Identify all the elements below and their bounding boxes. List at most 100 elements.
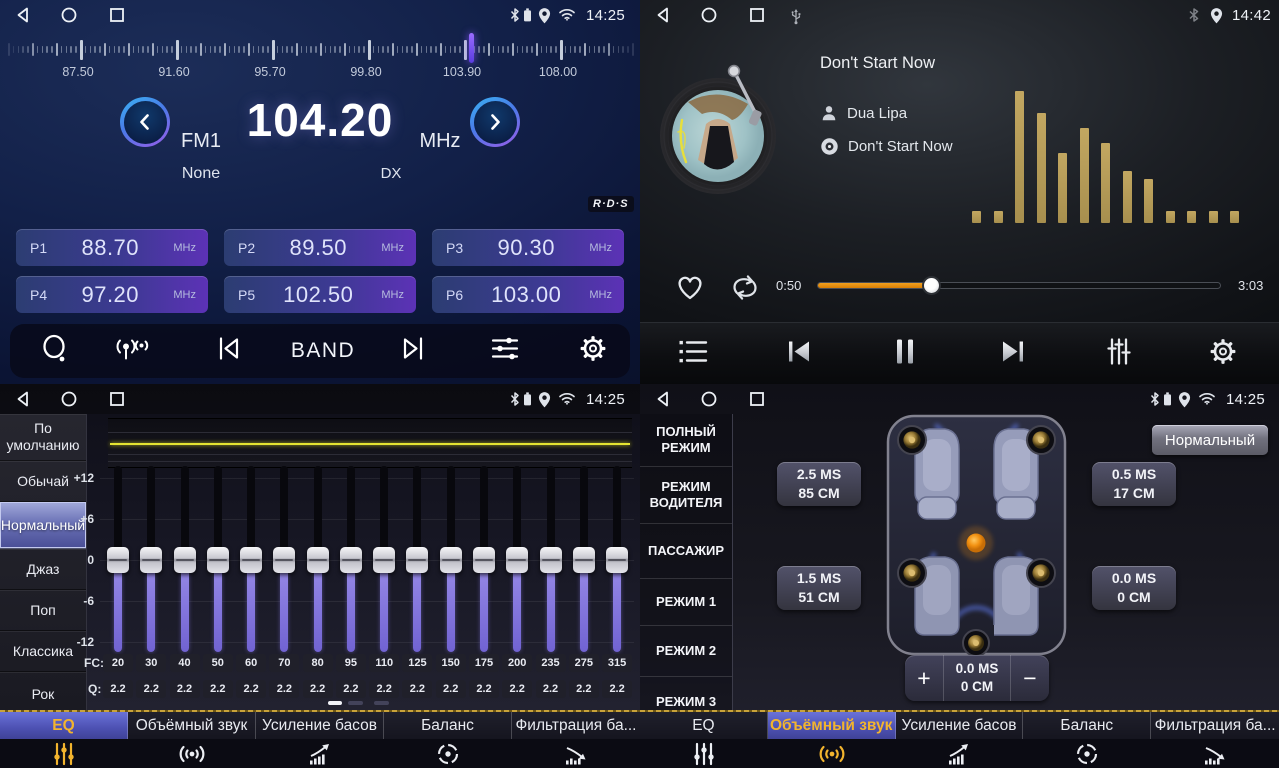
tuning-dial[interactable] <box>0 34 640 66</box>
seek-next-icon[interactable] <box>398 336 428 367</box>
eq-band-slider[interactable] <box>175 472 195 646</box>
eq-slider-thumb[interactable] <box>540 547 562 573</box>
visualizer-bar <box>1209 211 1218 223</box>
eq-slider-thumb[interactable] <box>506 547 528 573</box>
recents-icon[interactable] <box>748 390 766 413</box>
eq-slider-thumb[interactable] <box>406 547 428 573</box>
preset-id: P3 <box>446 240 463 256</box>
tab-crossover-filter[interactable]: Фильтрация ба... <box>1151 710 1279 768</box>
preset-button-p5[interactable]: P5 102.50 MHz <box>224 276 416 313</box>
band-button[interactable]: BAND <box>291 339 355 363</box>
delay-front-left-button[interactable]: 2.5 MS85 CM <box>777 462 861 506</box>
eq-band-slider[interactable] <box>208 472 228 646</box>
broadcast-icon[interactable] <box>113 335 149 368</box>
mode-item[interactable]: РЕЖИМ ВОДИТЕЛЯ <box>640 467 732 524</box>
tab-surround-sound[interactable]: Объёмный звук <box>768 710 896 768</box>
eq-slider-thumb[interactable] <box>140 547 162 573</box>
sound-profile-button[interactable]: Нормальный <box>1152 425 1268 455</box>
search-icon[interactable] <box>40 333 70 370</box>
increase-button[interactable]: + <box>905 655 943 701</box>
eq-band-slider[interactable] <box>441 472 461 646</box>
eq-band-slider[interactable] <box>407 472 427 646</box>
decrease-button[interactable]: − <box>1011 655 1049 701</box>
eq-band-slider[interactable] <box>474 472 494 646</box>
mode-item[interactable]: РЕЖИМ 1 <box>640 579 732 626</box>
home-icon[interactable] <box>60 6 78 29</box>
eq-band-slider[interactable] <box>507 472 527 646</box>
pause-icon[interactable] <box>892 337 918 372</box>
tab-bass-boost[interactable]: Усиление басов <box>896 710 1024 768</box>
recents-icon[interactable] <box>108 390 126 413</box>
eq-slider-thumb[interactable] <box>573 547 595 573</box>
tab-balance[interactable]: Баланс <box>384 710 512 768</box>
mixer-icon[interactable] <box>1103 337 1135 372</box>
mode-item[interactable]: ПАССАЖИР <box>640 524 732 579</box>
eq-preset-item[interactable]: По умолчанию <box>0 414 86 461</box>
preset-button-p6[interactable]: P6 103.00 MHz <box>432 276 624 313</box>
eq-band-slider[interactable] <box>308 472 328 646</box>
back-icon[interactable] <box>654 6 672 29</box>
eq-slider-thumb[interactable] <box>340 547 362 573</box>
preset-button-p1[interactable]: P1 88.70 MHz <box>16 229 208 266</box>
delay-rear-left-button[interactable]: 1.5 MS51 CM <box>777 566 861 610</box>
home-icon[interactable] <box>700 390 718 413</box>
settings-gear-icon[interactable] <box>578 334 608 369</box>
playlist-icon[interactable] <box>677 338 709 371</box>
tab-surround-sound[interactable]: Объёмный звук <box>128 710 256 768</box>
home-icon[interactable] <box>60 390 78 413</box>
eq-band-slider[interactable] <box>108 472 128 646</box>
eq-band-slider[interactable] <box>341 472 361 646</box>
tune-down-button[interactable] <box>120 97 170 147</box>
preset-button-p4[interactable]: P4 97.20 MHz <box>16 276 208 313</box>
eq-slider-thumb[interactable] <box>207 547 229 573</box>
next-track-icon[interactable] <box>997 338 1029 371</box>
back-icon[interactable] <box>14 6 32 29</box>
tab-bass-boost[interactable]: Усиление басов <box>256 710 384 768</box>
recents-icon[interactable] <box>748 6 766 29</box>
eq-band-slider[interactable] <box>374 472 394 646</box>
favorite-icon[interactable] <box>674 272 706 307</box>
eq-slider-thumb[interactable] <box>174 547 196 573</box>
back-icon[interactable] <box>654 390 672 413</box>
page-indicator[interactable] <box>374 701 389 705</box>
tune-up-button[interactable] <box>470 97 520 147</box>
eq-band-slider[interactable] <box>541 472 561 646</box>
eq-band-slider[interactable] <box>141 472 161 646</box>
mode-item[interactable]: ПОЛНЫЙ РЕЖИМ <box>640 414 732 467</box>
eq-slider-thumb[interactable] <box>273 547 295 573</box>
dial-tick <box>622 46 624 53</box>
eq-slider-thumb[interactable] <box>307 547 329 573</box>
progress-thumb[interactable] <box>924 278 939 293</box>
sliders-icon[interactable] <box>490 335 520 368</box>
tab-crossover-filter[interactable]: Фильтрация ба... <box>512 710 640 768</box>
eq-band-slider[interactable] <box>607 472 627 646</box>
tab-balance[interactable]: Баланс <box>1023 710 1151 768</box>
page-indicator[interactable] <box>348 701 363 705</box>
eq-slider-thumb[interactable] <box>373 547 395 573</box>
mode-item[interactable]: РЕЖИМ 2 <box>640 626 732 677</box>
tab-eq[interactable]: EQ <box>640 710 768 768</box>
eq-band-slider[interactable] <box>574 472 594 646</box>
seek-previous-icon[interactable] <box>214 336 244 367</box>
tab-eq[interactable]: EQ <box>0 710 128 768</box>
previous-track-icon[interactable] <box>783 338 815 371</box>
eq-band-slider[interactable] <box>241 472 261 646</box>
delay-front-right-button[interactable]: 0.5 MS17 CM <box>1092 462 1176 506</box>
eq-slider-thumb[interactable] <box>240 547 262 573</box>
eq-band-slider[interactable] <box>274 472 294 646</box>
preset-button-p2[interactable]: P2 89.50 MHz <box>224 229 416 266</box>
recents-icon[interactable] <box>108 6 126 29</box>
eq-slider-thumb[interactable] <box>606 547 628 573</box>
home-icon[interactable] <box>700 6 718 29</box>
band-label: FM1 <box>170 130 232 153</box>
settings-gear-icon[interactable] <box>1208 337 1238 372</box>
eq-slider-thumb[interactable] <box>473 547 495 573</box>
eq-slider-thumb[interactable] <box>440 547 462 573</box>
repeat-icon[interactable] <box>728 273 762 307</box>
progress-bar[interactable] <box>818 283 1220 288</box>
preset-button-p3[interactable]: P3 90.30 MHz <box>432 229 624 266</box>
delay-rear-right-button[interactable]: 0.0 MS0 CM <box>1092 566 1176 610</box>
album-art[interactable] <box>648 58 798 203</box>
back-icon[interactable] <box>14 390 32 413</box>
eq-slider-thumb[interactable] <box>107 547 129 573</box>
